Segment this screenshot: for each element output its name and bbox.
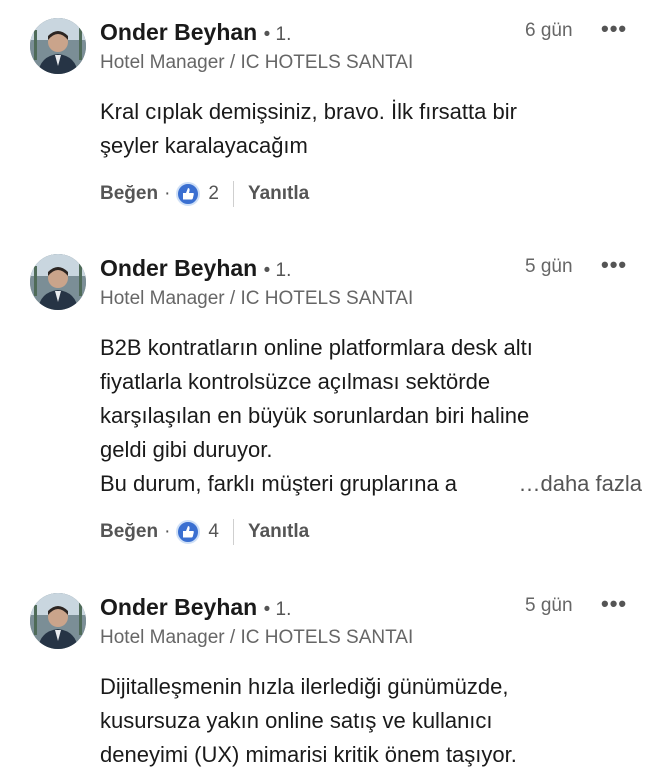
comment-line: Dijitalleşmenin hızla ilerlediği günümüz…: [100, 674, 509, 699]
author-name[interactable]: Onder Beyhan: [100, 594, 257, 620]
comment-line: Kral cıplak demişsiniz, bravo. İlk fırsa…: [100, 99, 517, 124]
avatar-photo: [30, 254, 86, 310]
thumb-up-icon: [183, 188, 195, 200]
avatar-photo: [30, 18, 86, 74]
comment-line: karşılaşılan en büyük sorunlardan biri h…: [100, 403, 530, 428]
comment-body: B2B kontratların online platformlara des…: [100, 331, 648, 501]
author-name[interactable]: Onder Beyhan: [100, 255, 257, 281]
reaction-count[interactable]: 4: [208, 521, 219, 543]
like-button[interactable]: Beğen: [100, 521, 158, 543]
comment-time: 5 gün: [525, 256, 573, 277]
author-name-line: Onder Beyhan • 1.: [100, 255, 291, 282]
like-reaction-icon[interactable]: [176, 182, 201, 206]
comment-line-truncated: Bu durum, farklı müşteri gruplarına a …d…: [100, 467, 648, 501]
comment-body: Kral cıplak demişsiniz, bravo. İlk fırsa…: [100, 95, 648, 163]
connection-degree: • 1.: [263, 599, 292, 620]
separator-dot: ·: [164, 183, 171, 204]
thumb-up-icon: [183, 526, 195, 538]
author-headline: Hotel Manager / IC HOTELS SANTAI: [100, 627, 414, 648]
comment-actions: Beğen · 4 Yanıtla: [100, 519, 309, 545]
comment-line: şeyler karalayacağım: [100, 133, 308, 158]
comment-line: Bu durum, farklı müşteri gruplarına a: [100, 471, 458, 496]
more-options-icon[interactable]: •••: [601, 589, 627, 619]
author-name-line: Onder Beyhan • 1.: [100, 19, 291, 46]
avatar-photo: [30, 593, 86, 649]
connection-degree: • 1.: [263, 260, 292, 281]
comment-actions: Beğen · 2 Yanıtla: [100, 181, 309, 207]
comment-line: geldi gibi duruyor.: [100, 437, 273, 462]
author-name[interactable]: Onder Beyhan: [100, 19, 257, 45]
avatar[interactable]: [30, 254, 86, 310]
avatar[interactable]: [30, 18, 86, 74]
reply-button[interactable]: Yanıtla: [248, 183, 309, 205]
see-more-link[interactable]: …daha fazla: [504, 467, 642, 501]
author-name-line: Onder Beyhan • 1.: [100, 594, 291, 621]
like-reaction-icon[interactable]: [176, 520, 201, 544]
reaction-count[interactable]: 2: [208, 183, 219, 205]
comment-line: deneyimi (UX) mimarisi kritik önem taşıy…: [100, 742, 517, 767]
avatar[interactable]: [30, 593, 86, 649]
author-headline: Hotel Manager / IC HOTELS SANTAI: [100, 288, 414, 309]
like-button[interactable]: Beğen: [100, 183, 158, 205]
comment-line: kusursuza yakın online satış ve kullanıc…: [100, 708, 493, 733]
separator-dot: ·: [164, 521, 171, 542]
comment-time: 5 gün: [525, 595, 573, 616]
comment-line: B2B kontratların online platformlara des…: [100, 335, 533, 360]
connection-degree: • 1.: [263, 24, 292, 45]
more-options-icon[interactable]: •••: [601, 250, 627, 280]
divider: [232, 181, 234, 207]
comment-body: Dijitalleşmenin hızla ilerlediği günümüz…: [100, 670, 648, 772]
comment-time: 6 gün: [525, 20, 573, 41]
divider: [232, 519, 234, 545]
reply-button[interactable]: Yanıtla: [248, 521, 309, 543]
comment-line: fiyatlarla kontrolsüzce açılması sektörd…: [100, 369, 491, 394]
more-options-icon[interactable]: •••: [601, 14, 627, 44]
author-headline: Hotel Manager / IC HOTELS SANTAI: [100, 52, 414, 73]
